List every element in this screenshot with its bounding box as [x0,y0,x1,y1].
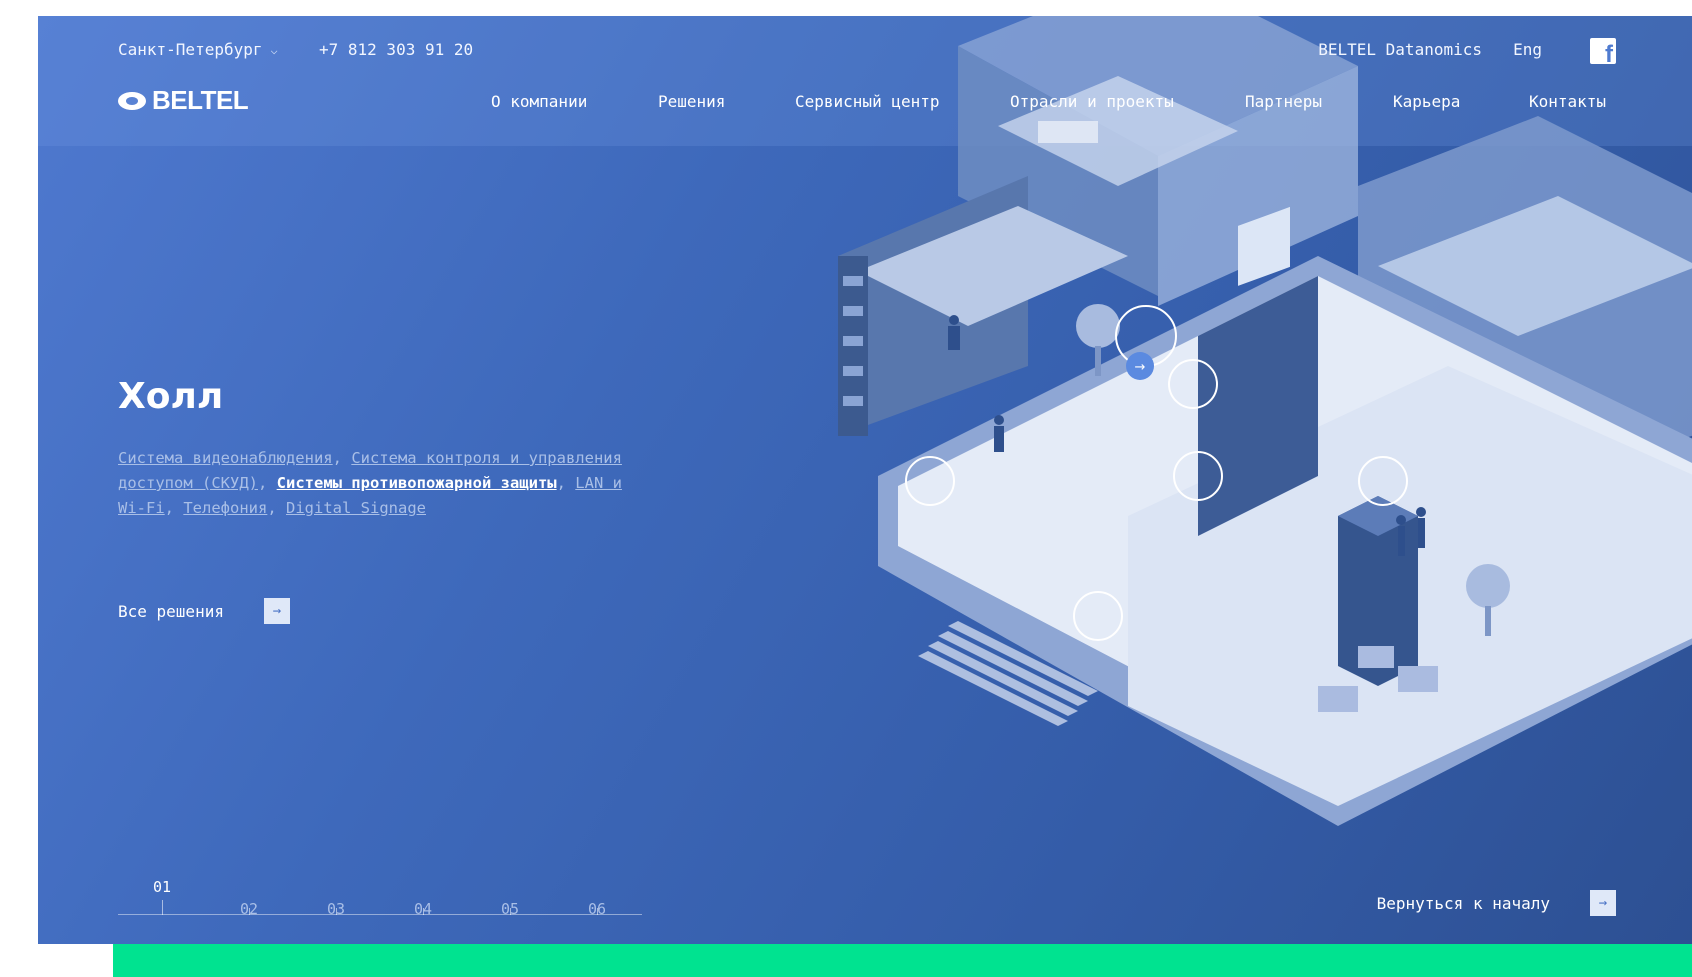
green-accent-bar [113,944,1692,977]
logo[interactable]: BELTEL [118,85,249,116]
step-track [118,914,642,915]
arrow-right-icon: → [263,598,290,624]
city-selector[interactable]: Санкт-Петербург ⌵ [118,40,278,59]
link-digital-signage[interactable]: Digital Signage [286,499,426,517]
nav-item-service-center[interactable]: Сервисный центр [795,92,940,111]
nav-item-industries[interactable]: Отрасли и проекты [1010,92,1174,111]
link-video-surveillance[interactable]: Система видеонаблюдения [118,449,333,467]
back-to-start-label: Вернуться к началу [1376,893,1550,913]
link-fire-protection[interactable]: Системы противопожарной защиты [277,474,557,492]
svg-text:→: → [1135,360,1146,375]
back-to-start-button[interactable]: Вернуться к началу → [1377,890,1616,916]
link-telephony[interactable]: Телефония [183,499,267,517]
step-01[interactable]: 01 [153,878,171,896]
step-04[interactable]: 04 [414,900,432,918]
datanomics-link[interactable]: BELTEL Datanomics [1318,40,1482,59]
step-06[interactable]: 06 [588,900,606,918]
facebook-icon[interactable]: f [1590,38,1616,64]
all-solutions-label: Все решения [118,601,224,621]
nav-item-about[interactable]: О компании [491,92,587,111]
building-illustration: → [838,16,1692,826]
city-label: Санкт-Петербург [118,40,263,59]
all-solutions-button[interactable]: Все решения → [118,598,290,624]
step-slider: 01 02 03 04 05 06 [118,876,642,918]
step-02[interactable]: 02 [240,900,258,918]
page-title: Холл [118,376,224,417]
nav-item-career[interactable]: Карьера [1393,92,1460,111]
step-03[interactable]: 03 [327,900,345,918]
logo-text: BELTEL [152,85,249,115]
phone-link[interactable]: +7 812 303 91 20 [319,40,473,59]
nav-item-contacts[interactable]: Контакты [1529,92,1606,111]
step-05[interactable]: 05 [501,900,519,918]
logo-mark-icon [118,91,146,110]
nav-item-partners[interactable]: Партнеры [1245,92,1322,111]
step-tick-active [162,900,163,915]
nav-item-solutions[interactable]: Решения [658,92,725,111]
hero-section: → Санкт-Петербург ⌵ +7 812 303 91 20 BEL… [38,16,1692,944]
solution-links: Система видеонаблюдения, Система контрол… [118,449,622,517]
arrow-right-icon: → [1590,890,1616,916]
language-switch[interactable]: Eng [1513,40,1542,59]
chevron-down-icon: ⌵ [270,42,278,57]
